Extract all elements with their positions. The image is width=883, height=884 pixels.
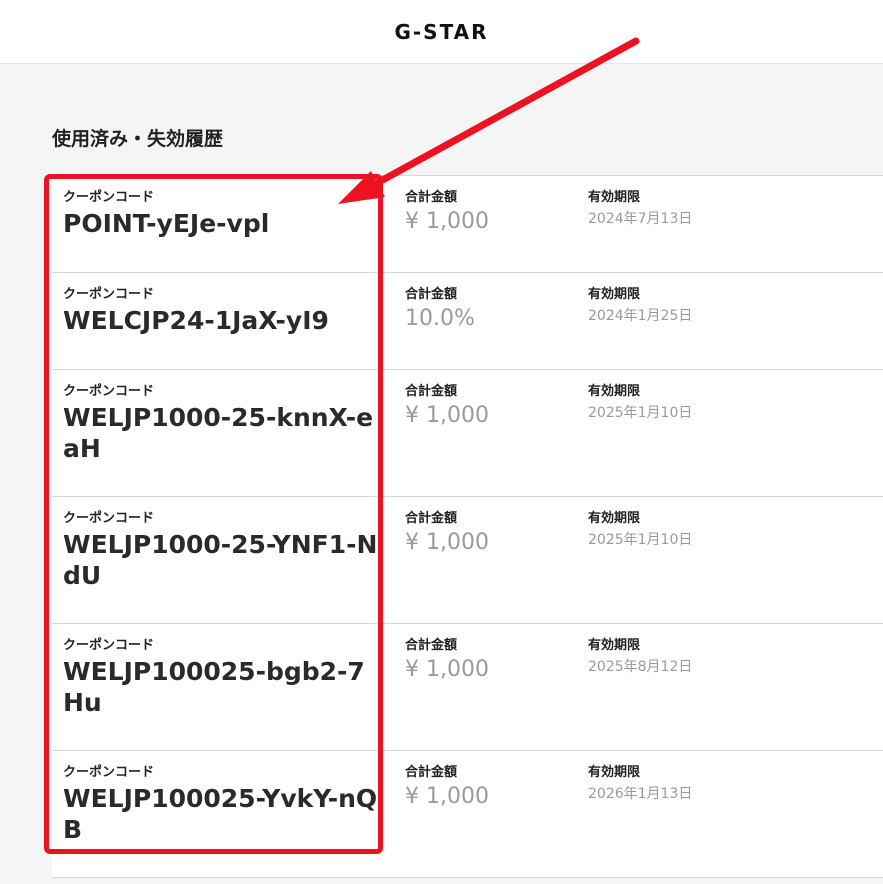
amount-label: 合計金額 — [405, 384, 458, 399]
expiry-label: 有効期限 — [588, 287, 641, 302]
expiry-date: 2025年8月12日 — [588, 659, 693, 675]
list-item: クーポンコード WELJP1000-25-YNF1-NdU 合計金額 ¥ 1,0… — [52, 497, 883, 624]
list-item: クーポンコード WELJP100025-YvkY-nQB 合計金額 ¥ 1,00… — [52, 751, 883, 878]
coupon-code: WELJP1000-25-knnX-eaH — [63, 403, 374, 463]
expiry-label: 有効期限 — [588, 638, 641, 653]
amount-value: ¥ 1,000 — [405, 657, 489, 682]
coupon-code: WELJP100025-bgb2-7Hu — [63, 657, 365, 717]
coupon-code-label: クーポンコード — [63, 287, 155, 302]
page-title: 使用済み・失効履歴 — [52, 128, 224, 150]
expiry-date: 2024年1月25日 — [588, 308, 693, 324]
amount-label: 合計金額 — [405, 765, 458, 780]
amount-value: 10.0% — [405, 306, 475, 331]
expiry-label: 有効期限 — [588, 190, 641, 205]
amount-label: 合計金額 — [405, 511, 458, 526]
coupon-code-label: クーポンコード — [63, 638, 155, 653]
amount-value: ¥ 1,000 — [405, 784, 489, 809]
list-item: クーポンコード WELJP1000-25-knnX-eaH 合計金額 ¥ 1,0… — [52, 370, 883, 497]
expiry-label: 有効期限 — [588, 384, 641, 399]
amount-value: ¥ 1,000 — [405, 403, 489, 428]
amount-value: ¥ 1,000 — [405, 209, 489, 234]
site-header: G-STAR — [0, 0, 883, 64]
expiry-date: 2024年7月13日 — [588, 211, 693, 227]
expiry-date: 2025年1月10日 — [588, 405, 693, 421]
expiry-date: 2026年1月13日 — [588, 786, 693, 802]
expiry-label: 有効期限 — [588, 511, 641, 526]
expiry-date: 2025年1月10日 — [588, 532, 693, 548]
list-item: クーポンコード WELJP100025-bgb2-7Hu 合計金額 ¥ 1,00… — [52, 624, 883, 751]
coupon-code: WELJP100025-YvkY-nQB — [63, 784, 378, 844]
coupon-code: WELJP1000-25-YNF1-NdU — [63, 530, 378, 590]
list-item: クーポンコード POINT-yEJe-vpl 合計金額 ¥ 1,000 有効期限… — [52, 176, 883, 273]
coupon-code-label: クーポンコード — [63, 765, 155, 780]
amount-value: ¥ 1,000 — [405, 530, 489, 555]
coupon-code-label: クーポンコード — [63, 190, 155, 205]
expiry-label: 有効期限 — [588, 765, 641, 780]
coupon-code-label: クーポンコード — [63, 511, 155, 526]
amount-label: 合計金額 — [405, 638, 458, 653]
g-star-logo[interactable]: G-STAR — [394, 20, 488, 44]
coupon-history-list: クーポンコード POINT-yEJe-vpl 合計金額 ¥ 1,000 有効期限… — [52, 175, 883, 878]
coupon-code-label: クーポンコード — [63, 384, 155, 399]
amount-label: 合計金額 — [405, 190, 458, 205]
coupon-code: WELCJP24-1JaX-yI9 — [63, 306, 329, 335]
coupon-code: POINT-yEJe-vpl — [63, 209, 270, 238]
amount-label: 合計金額 — [405, 287, 458, 302]
list-item: クーポンコード WELCJP24-1JaX-yI9 合計金額 10.0% 有効期… — [52, 273, 883, 370]
